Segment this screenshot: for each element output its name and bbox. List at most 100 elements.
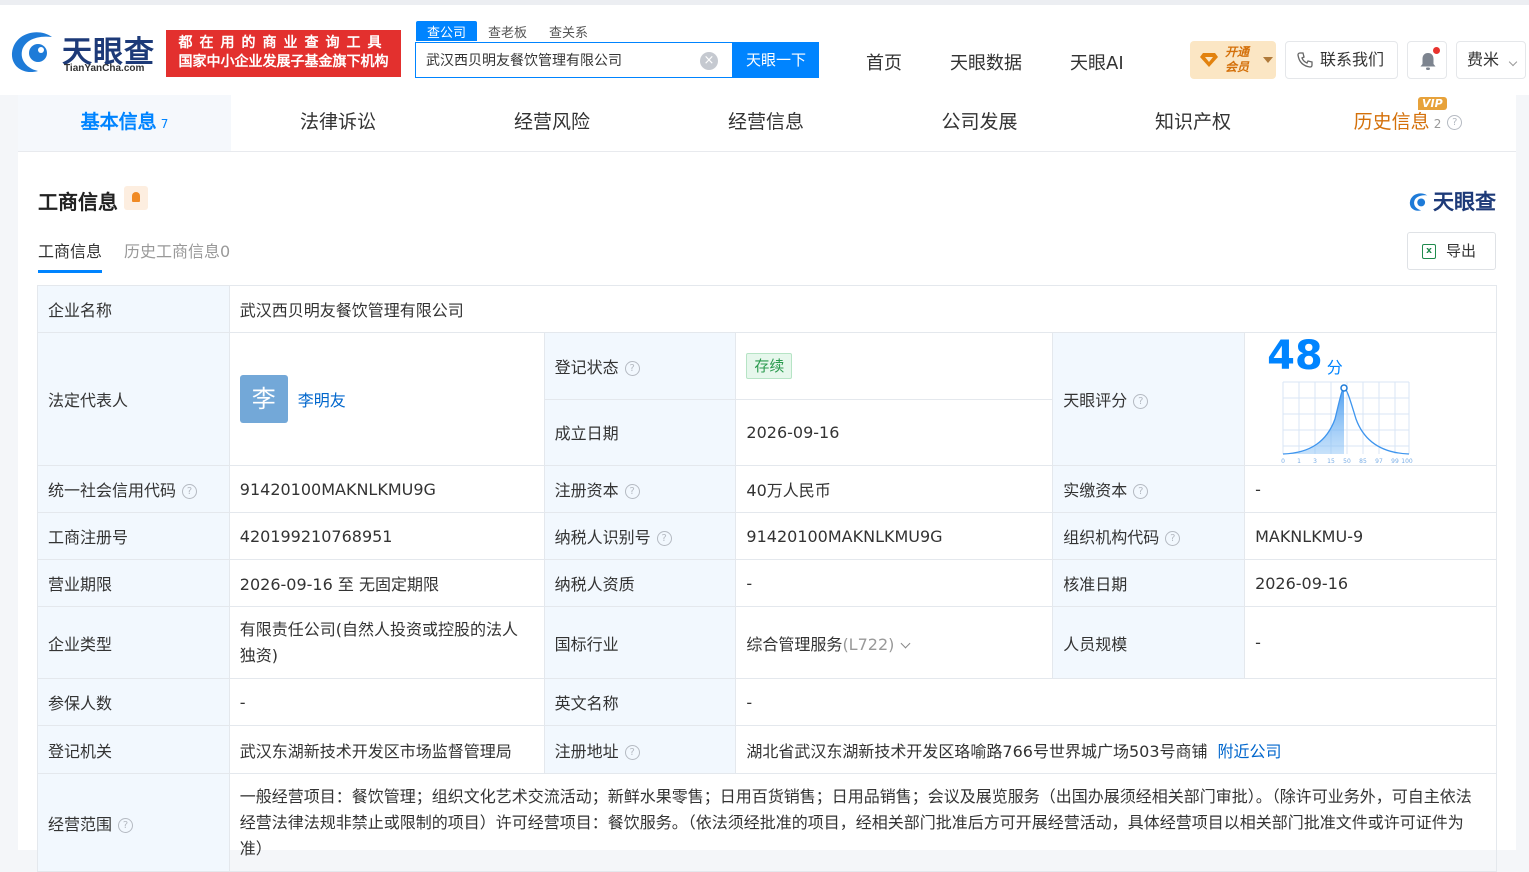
nav-ai[interactable]: 天眼AI xyxy=(1070,49,1124,75)
approve-date-value: 2026-09-16 xyxy=(1244,559,1497,607)
slogan-banner: 都在用的商业查询工具 国家中小企业发展子基金旗下机构 xyxy=(166,30,401,77)
approve-date-label: 核准日期 xyxy=(1052,559,1246,607)
score-tick: 99 xyxy=(1391,458,1399,465)
search-button[interactable]: 天眼一下 xyxy=(733,42,819,78)
tab-business-risk[interactable]: 经营风险 xyxy=(445,95,659,151)
tab-lawsuits[interactable]: 法律诉讼 xyxy=(231,95,445,151)
caret-down-icon xyxy=(1263,57,1273,68)
clear-search-icon[interactable]: × xyxy=(700,52,718,70)
user-name: 费米 xyxy=(1467,50,1500,69)
score-cell[interactable]: 48 分 0 1 3 15 50 85 97 99 100 xyxy=(1244,332,1497,466)
user-menu[interactable]: 费米 xyxy=(1456,41,1526,79)
table-row: 法定代表人 李李明友 登记状态? 存续 天眼评分? 48 分 0 1 3 15 … xyxy=(37,332,1497,466)
search-tab-company[interactable]: 查公司 xyxy=(416,21,478,41)
tab-ip[interactable]: 知识产权 xyxy=(1086,95,1300,151)
credit-code-value: 91420100MAKNLKMU9G xyxy=(228,465,545,513)
export-button[interactable]: x 导出 xyxy=(1407,232,1496,270)
reg-status-cell: 存续 xyxy=(735,332,1054,400)
insured-value: - xyxy=(228,678,545,726)
notification-button[interactable] xyxy=(1407,41,1447,79)
tab-count: 2 xyxy=(1433,117,1442,131)
reg-status-label: 登记状态? xyxy=(543,332,737,400)
table-row: 营业期限 2026-09-16 至 无固定期限 纳税人资质 - 核准日期 202… xyxy=(37,559,1497,607)
table-row: 登记机关 武汉东湖新技术开发区市场监督管理局 注册地址? 湖北省武汉东湖新技术开… xyxy=(37,725,1497,774)
taxpayer-id-label: 纳税人识别号? xyxy=(543,512,737,560)
business-info-table: 企业名称 武汉西贝明友餐饮管理有限公司 法定代表人 李李明友 登记状态? 存续 … xyxy=(37,285,1498,872)
score-unit: 分 xyxy=(1326,357,1343,377)
score-tick: 15 xyxy=(1327,458,1335,465)
subtab-business-info[interactable]: 工商信息 xyxy=(38,238,103,273)
paid-capital-label: 实缴资本? xyxy=(1052,465,1246,513)
score-chart-grid xyxy=(1282,381,1410,454)
top-header: 天眼查 TianYanCha.com 都在用的商业查询工具 国家中小企业发展子基… xyxy=(0,0,1529,95)
taxpayer-id-value: 91420100MAKNLKMU9G xyxy=(735,512,1054,560)
help-icon[interactable]: ? xyxy=(656,531,672,546)
address-label: 注册地址? xyxy=(543,725,737,774)
tianyancha-logo[interactable]: 天眼查 TianYanCha.com xyxy=(8,27,158,79)
help-icon[interactable]: ? xyxy=(1447,115,1463,130)
contact-us-button[interactable]: 联系我们 xyxy=(1285,41,1398,79)
reg-capital-value: 40万人民币 xyxy=(735,465,1054,513)
tab-history[interactable]: 历史信息 2? xyxy=(1300,95,1516,151)
tab-count: 7 xyxy=(160,117,169,131)
nav-data[interactable]: 天眼数据 xyxy=(950,49,1022,75)
help-icon[interactable]: ? xyxy=(118,817,134,833)
vip-badge: VIP xyxy=(1418,97,1447,110)
search-tab-relation[interactable]: 查关系 xyxy=(538,21,599,41)
chevron-down-icon xyxy=(1508,57,1518,67)
export-label: 导出 xyxy=(1446,242,1477,260)
subscribe-bell-icon[interactable] xyxy=(124,186,148,210)
tab-development[interactable]: 公司发展 xyxy=(873,95,1086,151)
slogan-line2: 国家中小企业发展子基金旗下机构 xyxy=(178,54,389,70)
help-icon[interactable]: ? xyxy=(182,484,198,499)
tab-business-info[interactable]: 经营信息 xyxy=(659,95,873,151)
tab-basic-info[interactable]: 基本信息 7 xyxy=(18,95,231,151)
main-nav: 首页 天眼数据 天眼AI xyxy=(866,49,1124,75)
reg-no-label: 工商注册号 xyxy=(37,512,230,560)
table-row: 企业名称 武汉西贝明友餐饮管理有限公司 xyxy=(37,285,1498,333)
score-value: 48 xyxy=(1267,333,1323,379)
nearby-companies-link[interactable]: 附近公司 xyxy=(1218,742,1282,761)
avatar[interactable]: 李 xyxy=(239,375,288,423)
search-input[interactable] xyxy=(426,52,696,68)
search-tab-boss[interactable]: 查老板 xyxy=(477,21,538,41)
excel-icon: x xyxy=(1422,244,1436,259)
legal-rep-cell: 李李明友 xyxy=(228,332,545,466)
vip-label: 开通 会员 xyxy=(1225,45,1250,74)
subtab-history-business-info[interactable]: 历史工商信息0 xyxy=(124,238,230,273)
logo-eye-icon xyxy=(11,32,53,73)
help-icon[interactable]: ? xyxy=(624,744,640,760)
founded-value: 2026-09-16 xyxy=(735,398,1054,466)
help-icon[interactable]: ? xyxy=(1133,394,1149,409)
taxpayer-qual-value: - xyxy=(735,559,1054,607)
legal-rep-link[interactable]: 李明友 xyxy=(298,391,346,410)
reg-no-value: 420199210768951 xyxy=(228,512,545,560)
help-icon[interactable]: ? xyxy=(1165,531,1181,546)
score-tick: 3 xyxy=(1313,458,1317,465)
industry-value: 综合管理服务 xyxy=(746,634,843,654)
industry-label: 国标行业 xyxy=(543,606,737,679)
search-box: × xyxy=(415,42,733,78)
open-vip-button[interactable]: 开通 会员 xyxy=(1190,41,1276,79)
scope-label: 经营范围? xyxy=(37,773,230,872)
help-icon[interactable]: ? xyxy=(624,484,640,499)
score-tick: 100 xyxy=(1401,458,1413,465)
business-info-panel: 工商信息 天眼查 工商信息 历史工商信息0 x 导出 企业名称 武汉西贝明友餐饮… xyxy=(18,152,1516,872)
staff-size-label: 人员规模 xyxy=(1052,606,1246,679)
staff-size-value: - xyxy=(1244,606,1497,679)
help-icon[interactable]: ? xyxy=(624,360,640,376)
reg-capital-label: 注册资本? xyxy=(543,465,737,513)
diamond-icon xyxy=(1200,53,1218,67)
help-icon[interactable]: ? xyxy=(1133,484,1149,499)
type-value: 有限责任公司(自然人投资或控股的法人独资) xyxy=(228,606,545,679)
industry-cell[interactable]: 综合管理服务(L722) xyxy=(735,606,1054,679)
table-row: 统一社会信用代码? 91420100MAKNLKMU9G 注册资本? 40万人民… xyxy=(37,465,1497,513)
slogan-line1: 都在用的商业查询工具 xyxy=(178,35,389,51)
authority-value: 武汉东湖新技术开发区市场监督管理局 xyxy=(228,725,545,774)
score-tick: 50 xyxy=(1343,458,1351,465)
table-row: 经营范围? 一般经营项目：餐饮管理；组织文化艺术交流活动；新鲜水果零售；日用百货… xyxy=(37,773,1498,872)
nav-home[interactable]: 首页 xyxy=(866,49,902,75)
company-name-label: 企业名称 xyxy=(37,285,230,333)
address-value: 湖北省武汉东湖新技术开发区珞喻路766号世界城广场503号商铺 xyxy=(746,741,1208,761)
table-row: 企业类型 有限责任公司(自然人投资或控股的法人独资) 国标行业 综合管理服务(L… xyxy=(37,606,1497,679)
